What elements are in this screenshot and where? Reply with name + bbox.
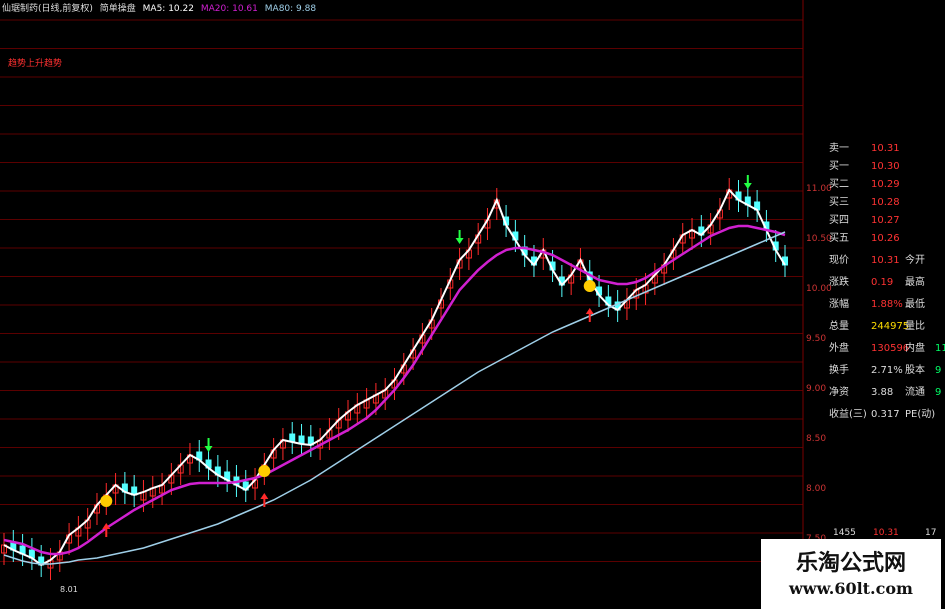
order-book-price: 10.27 [871,215,900,226]
order-book-label: 买四 [829,215,849,226]
order-book-price: 10.26 [871,233,900,244]
order-book-row[interactable]: 卖一 10.31 [803,140,945,158]
quote-value: 0.19 [871,277,894,288]
quote-label: 涨跌 [829,277,849,288]
quote-label: 外盘 [829,343,849,354]
sell-arrow [455,230,464,244]
quote-panel: 卖一 10.31 买一 10.30 买二 10.29 买三 10.28 买四 10.27 买五 10.… [803,140,945,540]
quote-value-2: 9 [935,365,942,376]
quote-value: 10.31 [871,255,900,266]
quote-label-2: 流通 [905,387,925,398]
quote-label-2: 量比 [905,321,925,332]
formula-label: 趋势上升趋势 [8,59,63,69]
order-book-price: 10.28 [871,197,900,208]
quote-row: 总量 244975 量比 [803,318,945,336]
order-book-label: 卖一 [829,143,849,154]
tick-price: 10.31 [873,528,899,538]
tick-time: 1455 [833,528,856,538]
sell-arrow [743,175,752,189]
order-book-row[interactable]: 买一 10.30 [803,158,945,176]
quote-row: 涨跌 0.19 最高 [803,274,945,292]
quote-value: 130596 [871,343,910,354]
watermark-url: www.60lt.com [789,579,913,598]
quote-label-2: 最低 [905,299,925,310]
grid-lines [0,19,803,562]
quote-value-2: 9 [935,387,942,398]
sell-arrow [204,438,213,452]
quote-label-2: PE(动) [905,409,936,420]
quote-label-2: 股本 [905,365,925,376]
quote-label-2: 内盘 [905,343,925,354]
order-book-row[interactable]: 买二 10.29 [803,176,945,194]
order-book-price: 10.30 [871,161,900,172]
signal-dot [100,495,113,507]
quote-row: 净资 3.88 流通 9 [803,384,945,402]
order-book-row[interactable]: 买五 10.26 [803,230,945,248]
order-book-row[interactable]: 买三 10.28 [803,194,945,212]
quote-value-2: 11 [935,343,945,354]
indicator-name[interactable]: 简单操盘 [100,4,136,14]
order-book-row[interactable]: 买四 10.27 [803,212,945,230]
quote-value: 3.88 [871,387,894,398]
quote-label: 涨幅 [829,299,849,310]
quote-label: 净资 [829,387,849,398]
quote-label-2: 最高 [905,277,925,288]
ma20-readout: MA20: 10.61 [200,4,258,14]
quote-label: 现价 [829,255,849,266]
order-book-label: 买五 [829,233,849,244]
ma5-readout: MA5: 10.22 [142,4,194,14]
chart-header: 仙琚制药(日线,前复权) 简单操盘 MA5: 10.22 MA20: 10.61… [2,2,320,16]
order-book-label: 买三 [829,197,849,208]
quote-value: 2.71% [871,365,903,376]
tick-volume: 17 [925,528,937,538]
order-book-label: 买一 [829,161,849,172]
quote-row: 涨幅 1.88% 最低 [803,296,945,314]
watermark: 乐淘公式网 www.60lt.com [761,539,941,609]
quote-row: 换手 2.71% 股本 9 [803,362,945,380]
quote-label: 收益(三) [829,409,867,420]
signal-dot [583,280,596,292]
quote-label: 换手 [829,365,849,376]
quote-value: 244975 [871,321,910,332]
quote-row: 现价 10.31 今开 [803,252,945,270]
order-book-label: 买二 [829,179,849,190]
watermark-title: 乐淘公式网 [795,550,906,576]
ma80-readout: MA80: 9.88 [264,4,317,14]
quote-label: 总量 [829,321,849,332]
quote-value: 1.88% [871,299,903,310]
order-book-price: 10.31 [871,143,900,154]
low-price-label: 8.01 [60,585,78,594]
quote-label-2: 今开 [905,255,925,266]
stock-name[interactable]: 仙琚制药(日线,前复权) [2,4,93,14]
signal-dot [258,465,271,477]
quote-row: 外盘 130596 内盘 11 [803,340,945,358]
order-book-price: 10.29 [871,179,900,190]
quote-row: 收益(三) 0.317 PE(动) [803,406,945,424]
quote-value: 0.317 [871,409,900,420]
